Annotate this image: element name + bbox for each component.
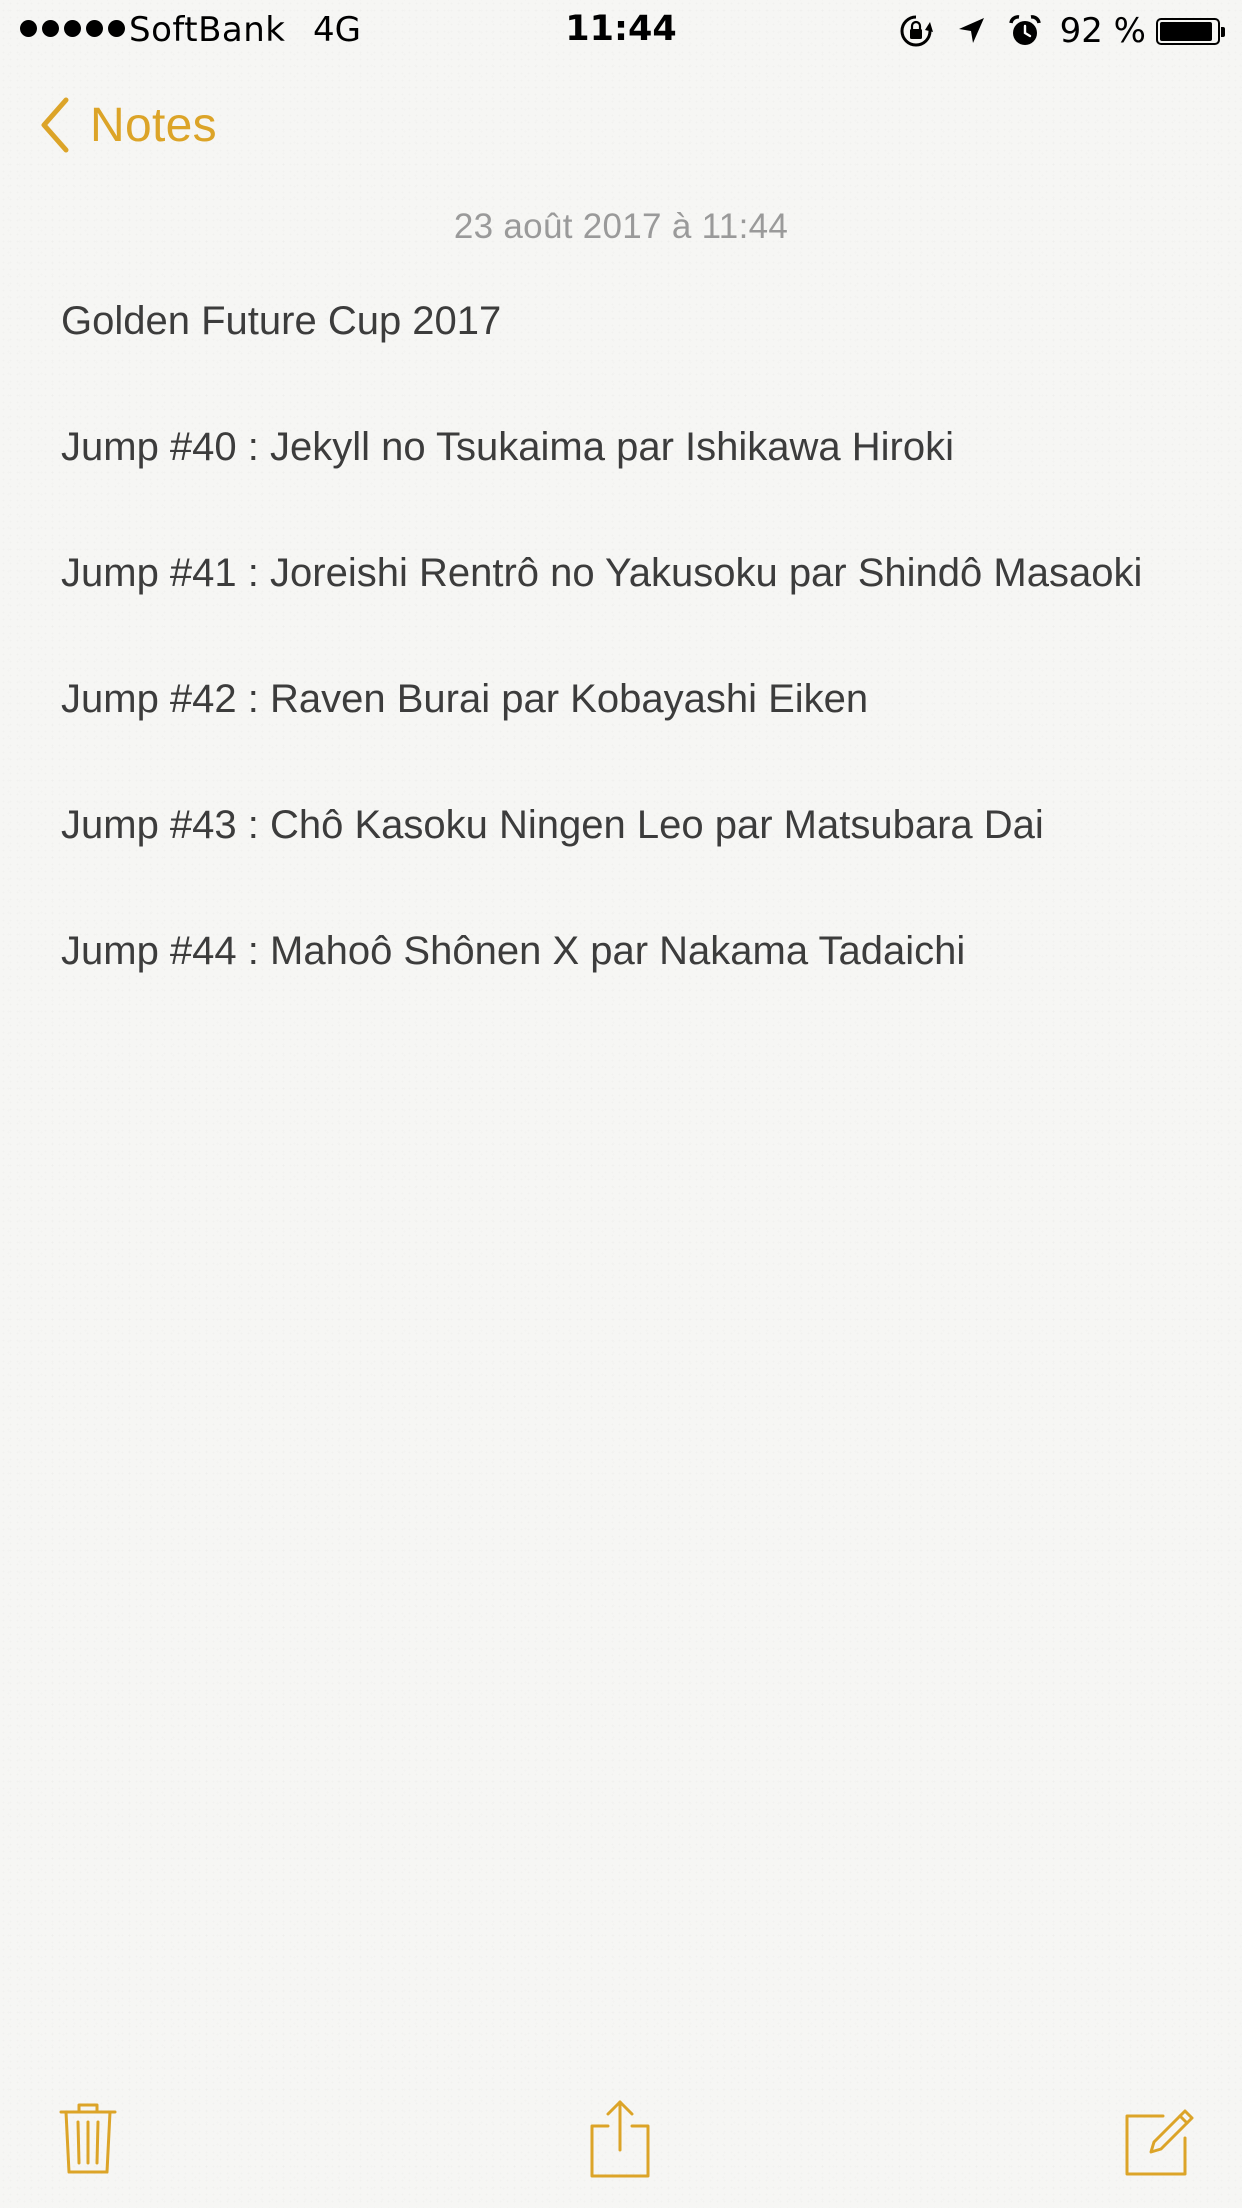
compose-icon[interactable]: [1123, 2102, 1197, 2178]
alarm-clock-icon: [1008, 15, 1041, 45]
note-line: Jump #40 : Jekyll no Tsukaima par Ishika…: [61, 425, 954, 469]
note-title: Golden Future Cup 2017: [61, 299, 502, 343]
note-line: Jump #44 : Mahoô Shônen X par Nakama Tad…: [61, 929, 966, 973]
location-arrow-icon: [958, 18, 984, 43]
trash-icon[interactable]: [58, 2100, 118, 2176]
back-button-label: Notes: [90, 98, 217, 152]
status-right-group: 92 %: [898, 10, 1225, 52]
share-icon[interactable]: [588, 2098, 652, 2180]
battery-fill: [1160, 21, 1212, 41]
battery-percent: 92 %: [1059, 11, 1146, 51]
battery-icon: [1156, 17, 1225, 45]
note-body[interactable]: Golden Future Cup 2017 Jump #40 : Jekyll…: [61, 290, 1201, 1046]
rotation-lock-icon: [900, 15, 933, 47]
note-line: Jump #43 : Chô Kasoku Ningen Leo par Mat…: [61, 803, 1044, 847]
note-date: 23 août 2017 à 11:44: [453, 207, 789, 246]
back-button[interactable]: Notes: [40, 90, 217, 160]
note-line: Jump #42 : Raven Burai par Kobayashi Eik…: [61, 677, 869, 721]
note-line: Jump #41 : Joreishi Rentrô no Yakusoku p…: [61, 551, 1143, 595]
status-bar: SoftBank 4G 11:44 92 %: [0, 0, 1242, 62]
chevron-left-icon: [41, 97, 69, 153]
